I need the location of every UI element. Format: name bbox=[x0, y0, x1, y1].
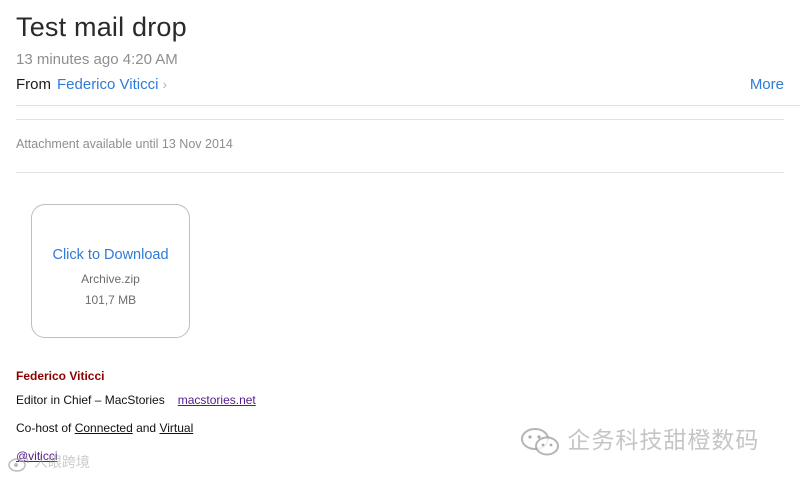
signature-role: Editor in Chief – MacStories bbox=[16, 393, 165, 407]
signature-name: Federico Viticci bbox=[16, 369, 105, 383]
attachment-file-name: Archive.zip bbox=[81, 272, 140, 286]
wechat-icon bbox=[521, 427, 559, 456]
attachment-card[interactable]: Click to Download Archive.zip 101,7 MB bbox=[31, 204, 190, 338]
message-timestamp: 13 minutes ago 4:20 AM bbox=[16, 51, 178, 68]
sender-link[interactable]: Federico Viticci bbox=[57, 76, 158, 93]
from-row: From Federico Viticci › bbox=[16, 76, 167, 93]
watermark-left-text: 人眼跨境 bbox=[33, 454, 90, 470]
from-label: From bbox=[16, 76, 51, 93]
more-button[interactable]: More bbox=[750, 76, 784, 93]
message-subject: Test mail drop bbox=[16, 12, 187, 42]
macstories-link[interactable]: macstories.net bbox=[178, 393, 256, 407]
connected-link[interactable]: Connected bbox=[75, 421, 133, 435]
mail-message-view: Test mail drop 13 minutes ago 4:20 AM Fr… bbox=[0, 0, 800, 477]
cohost-prefix: Co-host of bbox=[16, 421, 75, 435]
signature-cohost-line: Co-host of Connected and Virtual bbox=[16, 421, 193, 435]
attachment-availability-note: Attachment available until 13 Nov 2014 bbox=[16, 137, 233, 151]
watermark-right: 企务科技甜橙数码 bbox=[520, 421, 759, 457]
weibo-icon bbox=[8, 455, 29, 473]
attachment-bottom-divider bbox=[16, 172, 784, 173]
virtual-link[interactable]: Virtual bbox=[159, 421, 193, 435]
chevron-right-icon[interactable]: › bbox=[162, 76, 167, 92]
attachment-file-size: 101,7 MB bbox=[84, 293, 137, 307]
signature-role-line: Editor in Chief – MacStories macstories.n… bbox=[16, 393, 256, 407]
download-link[interactable]: Click to Download bbox=[32, 247, 189, 263]
header-divider bbox=[16, 105, 800, 106]
watermark-right-text: 企务科技甜橙数码 bbox=[567, 427, 760, 453]
watermark-left: 人眼跨境 bbox=[8, 452, 90, 473]
and-text: and bbox=[132, 421, 160, 435]
attachment-top-divider bbox=[16, 119, 784, 120]
